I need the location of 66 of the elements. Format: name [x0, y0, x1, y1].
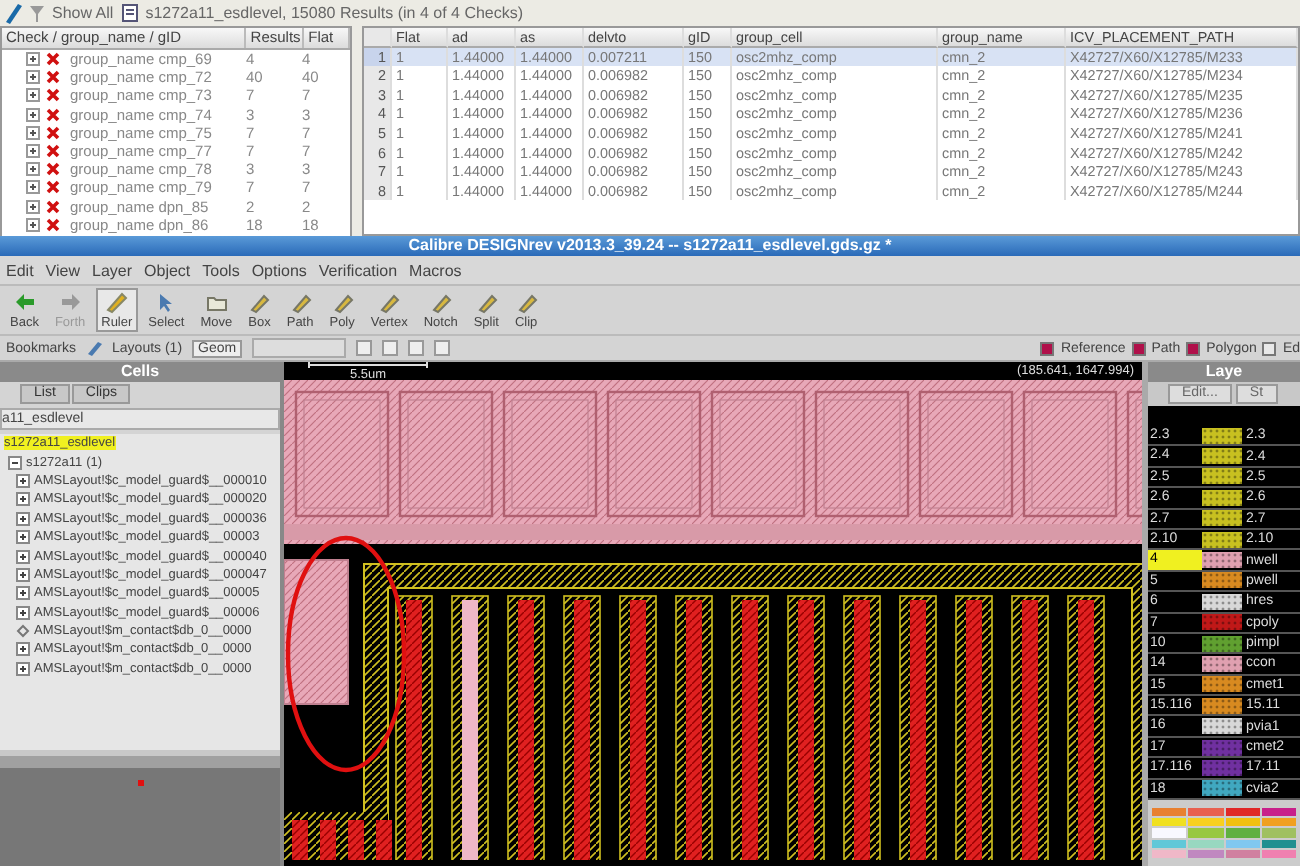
- collapse-icon[interactable]: [8, 455, 22, 470]
- error-cross-icon: [46, 52, 60, 67]
- pencil-icon: [378, 291, 401, 313]
- expand-icon[interactable]: [16, 586, 30, 601]
- error-cross-icon: [46, 180, 60, 195]
- table-corner: [364, 28, 392, 48]
- pencil-icon: [86, 340, 103, 356]
- panel-title: Cells: [0, 362, 280, 382]
- expand-icon[interactable]: [16, 473, 30, 488]
- expand-icon[interactable]: [16, 530, 30, 545]
- legend-checkbox[interactable]: [1131, 341, 1146, 355]
- expand-icon[interactable]: [26, 107, 40, 122]
- expand-icon[interactable]: [26, 125, 40, 140]
- geometry-field[interactable]: [252, 338, 347, 358]
- expand-icon[interactable]: [26, 70, 40, 85]
- expand-icon[interactable]: [16, 642, 30, 657]
- pencil-icon: [4, 1, 22, 23]
- error-cross-icon: [46, 199, 60, 214]
- menu-item[interactable]: Object: [144, 261, 191, 279]
- legend-checkbox[interactable]: [1040, 341, 1055, 355]
- expand-icon[interactable]: [26, 217, 40, 232]
- error-cross-icon: [46, 88, 60, 103]
- expand-icon[interactable]: [26, 162, 40, 177]
- expand-icon[interactable]: [16, 549, 30, 564]
- error-cross-icon: [46, 70, 60, 85]
- error-cross-icon: [46, 162, 60, 177]
- pencil-icon: [475, 291, 498, 313]
- menu-item[interactable]: Layer: [92, 261, 133, 279]
- expand-icon[interactable]: [26, 180, 40, 195]
- folder-icon: [205, 291, 228, 313]
- ruler-icon: [105, 291, 128, 313]
- expand-icon[interactable]: [16, 511, 30, 526]
- expand-icon[interactable]: [26, 199, 40, 214]
- pencil-icon: [331, 291, 354, 313]
- menu-item[interactable]: Tools: [202, 261, 240, 279]
- leaf-icon: [16, 624, 30, 639]
- error-cross-icon: [46, 125, 60, 140]
- legend-checkbox[interactable]: [1262, 341, 1277, 355]
- expand-icon[interactable]: [26, 88, 40, 103]
- error-cross-icon: [46, 144, 60, 159]
- expand-icon[interactable]: [26, 52, 40, 67]
- menu-item[interactable]: Verification: [318, 261, 398, 279]
- document-icon: [121, 3, 138, 21]
- error-cross-icon: [46, 217, 60, 232]
- pencil-icon: [515, 291, 538, 313]
- pencil-icon: [289, 291, 312, 313]
- menu-item[interactable]: Options: [251, 261, 307, 279]
- funnel-icon: [30, 3, 44, 21]
- panel-title: Laye: [1148, 362, 1300, 382]
- expand-icon[interactable]: [16, 492, 30, 507]
- arrow-right-icon: [59, 291, 82, 313]
- pencil-icon: [429, 291, 452, 313]
- legend-checkbox[interactable]: [1186, 341, 1201, 355]
- expand-icon[interactable]: [16, 661, 30, 676]
- menu-item[interactable]: View: [45, 261, 80, 279]
- menu-item[interactable]: Edit: [6, 261, 34, 279]
- error-cross-icon: [46, 107, 60, 122]
- arrow-left-icon: [13, 291, 36, 313]
- menu-item[interactable]: Macros: [409, 261, 462, 279]
- expand-icon[interactable]: [16, 567, 30, 582]
- pencil-icon: [248, 291, 271, 313]
- expand-icon[interactable]: [16, 605, 30, 620]
- results-summary: s1272a11_esdlevel, 15080 Results (in 4 of 4 Checks): [145, 3, 524, 21]
- expand-icon[interactable]: [26, 144, 40, 159]
- show-all-button[interactable]: Show All: [52, 3, 114, 21]
- window-title: Calibre DESIGNrev v2013.3_39.24 -- s1272a11_esdlevel.gds.gz *: [0, 236, 1300, 256]
